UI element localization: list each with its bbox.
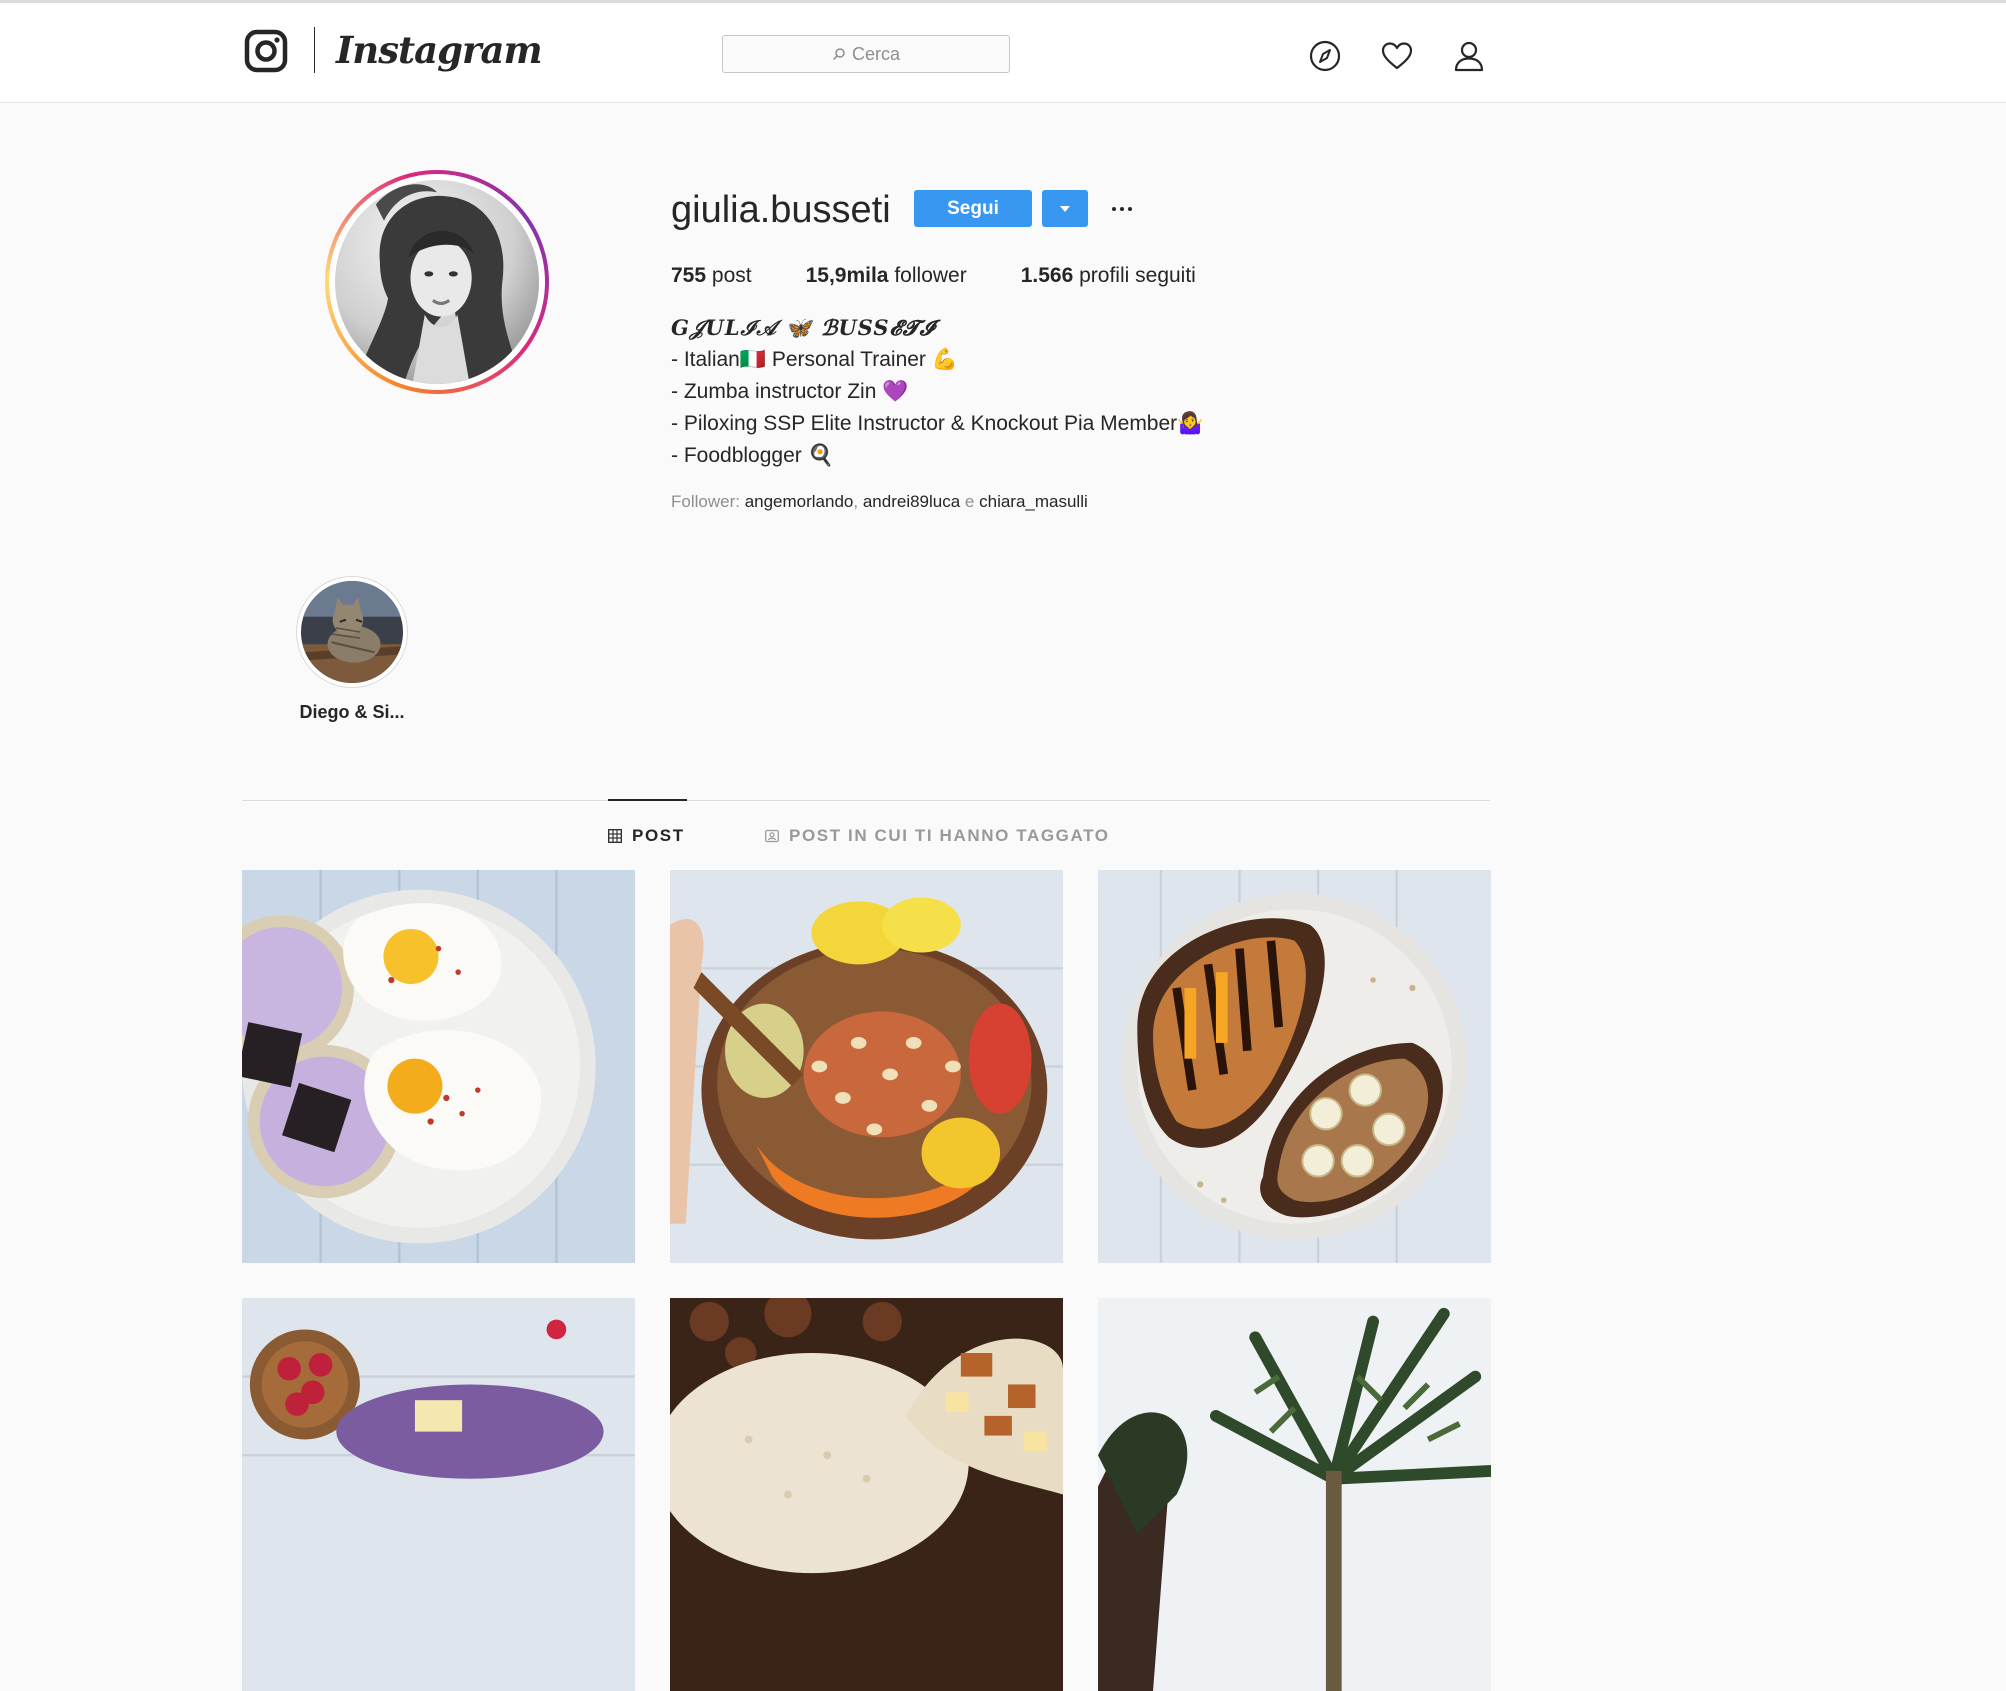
stat-followers-value: 15,9mila <box>805 264 889 287</box>
tab-posts[interactable]: POST <box>608 799 687 871</box>
post-image-palms <box>1098 1298 1491 1691</box>
stat-posts[interactable]: 755 post <box>671 260 752 292</box>
post-thumbnail[interactable] <box>242 1298 635 1691</box>
suggestions-dropdown-button[interactable] <box>1042 190 1088 227</box>
post-image-toasts <box>1098 870 1491 1263</box>
stat-posts-label: post <box>711 264 752 287</box>
post-image-bowl <box>670 870 1063 1263</box>
profile-photo <box>335 180 539 384</box>
highlight-cat-photo <box>301 581 403 683</box>
profile-username: giulia.busseti <box>671 189 891 231</box>
stat-following-value: 1.566 <box>1020 264 1074 287</box>
compass-icon[interactable] <box>1308 39 1342 73</box>
search-placeholder: Cerca <box>851 43 900 64</box>
post-image-eggs <box>242 870 635 1263</box>
highlight-cover <box>296 576 408 688</box>
tab-tagged[interactable]: POST IN CUI TI HANNO TAGGATO <box>765 800 1110 872</box>
profile-avatar[interactable] <box>325 170 549 394</box>
ellipsis-icon-dot <box>1112 206 1116 211</box>
search-icon <box>832 48 845 61</box>
stat-following[interactable]: 1.566 profili seguiti <box>1021 260 1196 292</box>
ellipsis-icon-dot <box>1120 206 1124 211</box>
followed-by: Follower: angemorlando, andrei89luca e c… <box>671 490 1088 514</box>
instagram-wordmark[interactable]: Instagram <box>336 27 543 73</box>
search-input[interactable]: Cerca <box>722 35 1010 73</box>
story-highlight[interactable]: Diego & Si... <box>290 576 414 723</box>
follower-link[interactable]: chiara_masulli <box>979 492 1088 511</box>
more-options-button[interactable] <box>1106 190 1138 227</box>
heart-icon[interactable] <box>1380 39 1414 73</box>
tab-tagged-label: POST IN CUI TI HANNO TAGGATO <box>789 826 1110 845</box>
followed-by-separator: , <box>853 492 863 511</box>
bio-line: - Piloxing SSP Elite Instructor & Knocko… <box>671 412 1204 435</box>
profile-bio: G𝒥ULℐ𝒜 🦋 ℬUSS𝓔𝓣𝓘 - Italian🇮🇹 Personal Tr… <box>671 312 1203 472</box>
stat-followers[interactable]: 15,9mila follower <box>806 260 967 292</box>
instagram-camera-icon[interactable] <box>244 29 288 73</box>
logo-divider <box>314 27 315 73</box>
stat-posts-value: 755 <box>671 264 707 287</box>
post-thumbnail[interactable] <box>670 1298 1063 1691</box>
grid-icon <box>608 829 622 843</box>
post-image-smoothie <box>242 1298 635 1691</box>
follower-link[interactable]: andrei89luca <box>863 492 960 511</box>
bio-line: - Italian🇮🇹 Personal Trainer 💪 <box>671 348 958 371</box>
post-image-tacos <box>670 1298 1063 1691</box>
profile-stats: 755 post 15,9mila follower 1.566 profili… <box>671 260 1250 292</box>
stat-following-label: profili seguiti <box>1079 264 1196 287</box>
ellipsis-icon-dot <box>1128 206 1132 211</box>
user-icon[interactable] <box>1452 39 1486 73</box>
bio-line: - Zumba instructor Zin 💜 <box>671 380 909 403</box>
follow-button[interactable]: Segui <box>914 190 1032 227</box>
tag-icon <box>765 829 779 843</box>
top-navigation-bar: Instagram Cerca <box>0 3 2006 103</box>
tab-posts-label: POST <box>632 826 685 845</box>
post-thumbnail[interactable] <box>670 870 1063 1263</box>
stat-followers-label: follower <box>894 264 967 287</box>
bio-line: - Foodblogger 🍳 <box>671 444 834 467</box>
highlight-label: Diego & Si... <box>299 702 405 722</box>
bio-display-name: G𝒥ULℐ𝒜 🦋 ℬUSS𝓔𝓣𝓘 <box>671 315 935 340</box>
post-thumbnail[interactable] <box>242 870 635 1263</box>
chevron-down-icon <box>1060 205 1070 212</box>
followed-by-conjunction: e <box>960 492 980 511</box>
followed-by-prefix: Follower: <box>671 492 745 511</box>
post-thumbnail[interactable] <box>1098 870 1491 1263</box>
post-thumbnail[interactable] <box>1098 1298 1491 1691</box>
follower-link[interactable]: angemorlando <box>745 492 854 511</box>
